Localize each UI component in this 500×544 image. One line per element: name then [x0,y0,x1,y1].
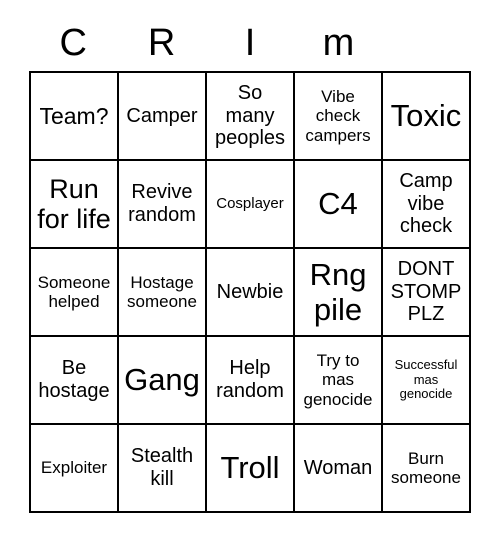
bingo-cell-r4c5[interactable]: Successful mas genocide [383,337,471,425]
bingo-cell-label: Camp vibe check [399,170,453,238]
bingo-cell-r2c4[interactable]: C4 [295,161,383,249]
bingo-cell-r4c2[interactable]: Gang [119,337,207,425]
header-letter-1: C [59,21,87,64]
bingo-cell-r5c1[interactable]: Exploiter [31,425,119,513]
bingo-cell-r2c5[interactable]: Camp vibe check [383,161,471,249]
bingo-cell-label: Successful mas genocide [394,356,458,402]
bingo-cell-label: C4 [318,186,358,222]
header-letter-2: R [147,21,176,64]
bingo-cell-label: Exploiter [40,458,108,478]
bingo-cell-label: Revive random [128,181,196,226]
bingo-card: C R I m Team? Camper So many peoples Vib… [0,0,500,544]
bingo-cell-r3c5[interactable]: DONT STOMP PLZ [383,249,471,337]
bingo-cell-label: Someone helped [37,272,111,311]
bingo-cell-r5c4[interactable]: Woman [295,425,383,513]
bingo-cell-r4c1[interactable]: Be hostage [31,337,119,425]
bingo-cell-r1c3[interactable]: So many peoples [207,73,295,161]
bingo-cell-label: Camper [126,104,198,127]
bingo-cell-r1c5[interactable]: Toxic [383,73,471,161]
bingo-cell-label: Try to mas genocide [303,351,373,409]
bingo-cell-r3c4[interactable]: Rng pile [295,249,383,337]
bingo-cell-label: Be hostage [38,357,110,402]
bingo-cell-label: Run for life [37,173,111,235]
bingo-cell-label: Team? [39,103,109,129]
bingo-cell-label: Newbie [216,280,284,303]
bingo-cell-r2c1[interactable]: Run for life [31,161,119,249]
bingo-cell-r3c3[interactable]: Newbie [207,249,295,337]
bingo-cell-label: Vibe check campers [305,87,371,145]
bingo-cell-r5c5[interactable]: Burn someone [383,425,471,513]
bingo-cell-r5c2[interactable]: Stealth kill [119,425,207,513]
bingo-cell-label: Woman [303,456,373,479]
bingo-cell-label: Hostage someone [127,272,197,311]
bingo-cell-r1c2[interactable]: Camper [119,73,207,161]
bingo-cell-r2c3[interactable]: Cosplayer [207,161,295,249]
bingo-cell-label: Troll [220,450,280,486]
header-letter-4: m [322,21,355,64]
bingo-grid: Team? Camper So many peoples Vibe check … [29,71,471,513]
bingo-cell-r3c1[interactable]: Someone helped [31,249,119,337]
bingo-cell-r5c3[interactable]: Troll [207,425,295,513]
bingo-cell-r1c4[interactable]: Vibe check campers [295,73,383,161]
bingo-cell-label: Stealth kill [130,445,194,490]
bingo-cell-r1c1[interactable]: Team? [31,73,119,161]
bingo-cell-r4c3[interactable]: Help random [207,337,295,425]
bingo-cell-label: Burn someone [391,448,461,487]
header-letter-3: I [244,21,256,64]
bingo-cell-label: Cosplayer [216,194,284,212]
bingo-cell-label: DONT STOMP PLZ [390,258,462,326]
bingo-cell-label: Rng pile [309,256,367,327]
bingo-cell-label: Gang [124,362,200,398]
bingo-cell-r4c4[interactable]: Try to mas genocide [295,337,383,425]
bingo-cell-r2c2[interactable]: Revive random [119,161,207,249]
bingo-cell-label: Help random [216,357,284,402]
bingo-header-letters: C R I m [29,14,471,71]
bingo-cell-label: Toxic [390,98,462,134]
bingo-cell-r3c2[interactable]: Hostage someone [119,249,207,337]
bingo-cell-label: So many peoples [214,82,286,150]
